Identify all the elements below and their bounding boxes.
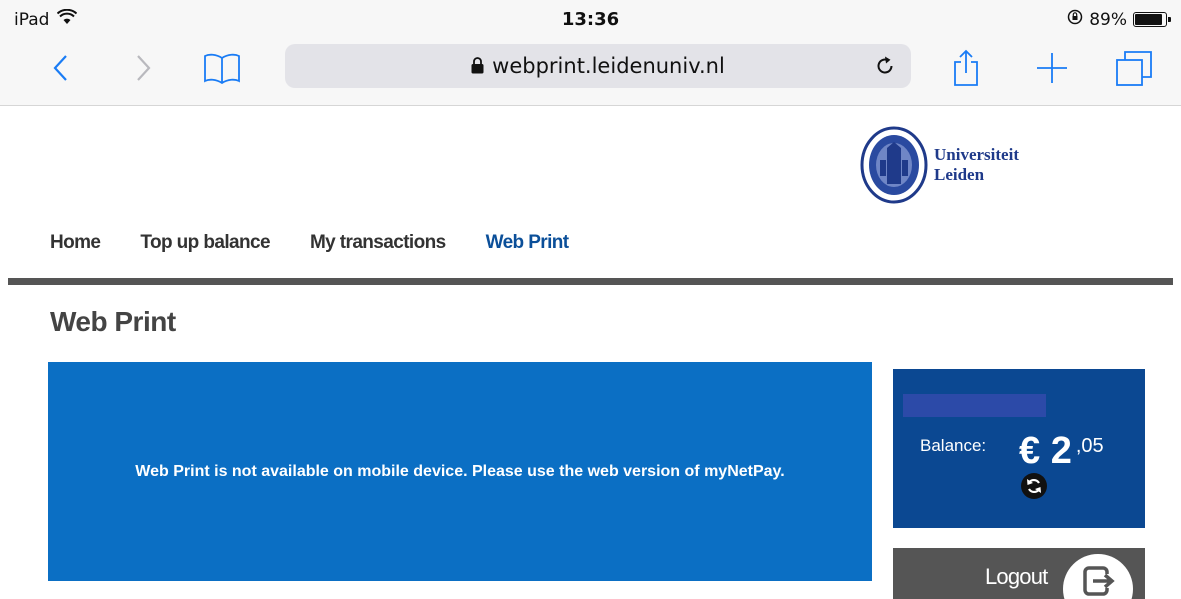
mobile-notice-panel: Web Print is not available on mobile dev… [48, 362, 872, 581]
status-right: 89% [1067, 9, 1171, 30]
balance-amount: € 2 ,05 [1019, 431, 1104, 471]
book-icon [204, 53, 240, 84]
share-button[interactable] [944, 46, 988, 90]
refresh-icon [1027, 478, 1041, 494]
reload-button[interactable] [863, 44, 907, 88]
browser-toolbar: webprint.leidenuniv.nl [0, 40, 1181, 106]
balance-label: Balance: [920, 436, 987, 455]
chevron-left-icon [53, 55, 67, 81]
mobile-notice-text: Web Print is not available on mobile dev… [135, 462, 785, 480]
logo-line-1: Universiteit [934, 145, 1019, 164]
battery-percent: 89% [1089, 9, 1127, 30]
logout-button[interactable]: Logout [893, 548, 1145, 599]
logo-line-2: Leiden [934, 165, 985, 184]
university-logo[interactable]: Universiteit Leiden [860, 126, 1019, 204]
main-nav: Home Top up balance My transactions Web … [50, 232, 609, 254]
nav-home[interactable]: Home [50, 232, 101, 254]
balance-cents: ,05 [1075, 435, 1104, 457]
plus-icon [1037, 53, 1067, 83]
balance-panel: Balance: € 2 ,05 [893, 369, 1145, 528]
forward-button[interactable] [122, 46, 166, 90]
url-display: webprint.leidenuniv.nl [285, 54, 911, 79]
nav-divider [8, 278, 1173, 285]
user-name-redacted [903, 394, 1046, 417]
tabs-icon [1116, 51, 1152, 86]
chevron-right-icon [137, 55, 151, 81]
nav-top-up-balance[interactable]: Top up balance [140, 232, 270, 254]
new-tab-button[interactable] [1030, 46, 1074, 90]
url-text: webprint.leidenuniv.nl [492, 54, 725, 78]
clock: 13:36 [561, 9, 620, 30]
nav-web-print[interactable]: Web Print [486, 232, 570, 254]
nav-my-transactions[interactable]: My transactions [310, 232, 446, 254]
share-icon [954, 49, 978, 86]
status-bar: iPad 13:36 89% [0, 0, 1181, 40]
reload-icon [877, 56, 893, 74]
address-bar[interactable]: webprint.leidenuniv.nl [285, 44, 911, 88]
bookmarks-button[interactable] [200, 46, 244, 90]
battery-icon [1133, 12, 1171, 27]
page-title: Web Print [50, 306, 176, 337]
logo-text: Universiteit Leiden [934, 145, 1019, 185]
logout-icon [1063, 554, 1133, 599]
orientation-lock-icon [1067, 9, 1083, 30]
back-button[interactable] [38, 46, 82, 90]
refresh-balance-button[interactable] [1021, 473, 1047, 499]
logout-label: Logout [985, 564, 1048, 589]
balance-main-amount: € 2 [1019, 430, 1072, 472]
university-seal-icon [860, 126, 928, 204]
tabs-button[interactable] [1112, 46, 1156, 90]
lock-icon [471, 55, 484, 79]
